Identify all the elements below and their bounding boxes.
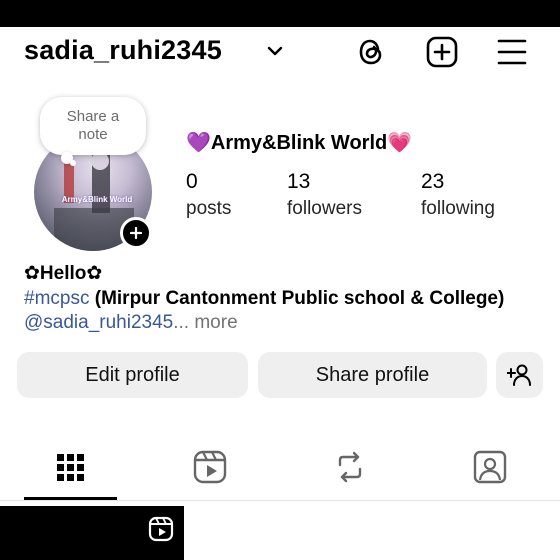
bio-more-link[interactable]: ... more: [173, 312, 237, 333]
avatar-caption: Army&Blink World: [61, 195, 133, 204]
chevron-down-icon[interactable]: [265, 41, 285, 61]
username[interactable]: sadia_ruhi2345: [24, 35, 222, 66]
note-line-1: Share a: [66, 108, 120, 125]
threads-handle-link[interactable]: @sadia_ruhi2345: [24, 312, 173, 333]
tab-reposts[interactable]: [330, 447, 370, 487]
tab-tagged[interactable]: [470, 447, 510, 487]
note-bubble-tail-small: [70, 160, 76, 166]
new-post-icon[interactable]: [425, 35, 459, 69]
reels-icon: [193, 450, 227, 484]
grid-icon: [57, 454, 84, 481]
threads-icon[interactable]: [354, 35, 388, 69]
share-note-bubble[interactable]: Share a note: [40, 97, 146, 155]
tab-reels[interactable]: [190, 447, 230, 487]
bio-line-3: @sadia_ruhi2345... more: [24, 312, 238, 334]
followers-label: followers: [287, 198, 362, 219]
bio-school-text: (Mirpur Cantonment Public school & Colle…: [89, 288, 505, 309]
active-tab-indicator: [24, 497, 117, 500]
posts-count: 0: [186, 170, 198, 193]
add-person-icon: [507, 364, 531, 386]
hashtag-link[interactable]: #mcpsc: [24, 288, 89, 309]
reposts-icon: [338, 451, 362, 483]
display-name: 💜Army&Blink World💗: [186, 132, 413, 154]
edit-profile-button[interactable]: Edit profile: [17, 352, 248, 398]
bio-line-2: #mcpsc (Mirpur Cantonment Public school …: [24, 288, 504, 310]
tab-grid[interactable]: [50, 447, 90, 487]
posts-label: posts: [186, 198, 232, 219]
note-line-2: note: [78, 126, 108, 143]
followers-count: 13: [287, 170, 311, 193]
following-count: 23: [421, 170, 445, 193]
menu-icon[interactable]: [496, 37, 528, 67]
profile-header: sadia_ruhi2345: [0, 27, 560, 79]
following-label: following: [421, 198, 495, 219]
profile-tabs: [0, 441, 560, 501]
share-profile-button[interactable]: Share profile: [258, 352, 487, 398]
add-story-button[interactable]: [120, 217, 152, 249]
status-bar: [0, 0, 560, 27]
tagged-icon: [473, 450, 507, 484]
discover-people-button[interactable]: [496, 352, 543, 398]
stat-posts[interactable]: 0 posts: [186, 170, 231, 220]
reel-badge-icon: [148, 516, 174, 542]
stat-following[interactable]: 23 following: [421, 170, 495, 220]
stat-followers[interactable]: 13 followers: [287, 170, 362, 220]
plus-icon: [130, 227, 142, 239]
bio-title: ✿Hello✿: [24, 263, 103, 284]
post-tile[interactable]: [0, 506, 184, 560]
